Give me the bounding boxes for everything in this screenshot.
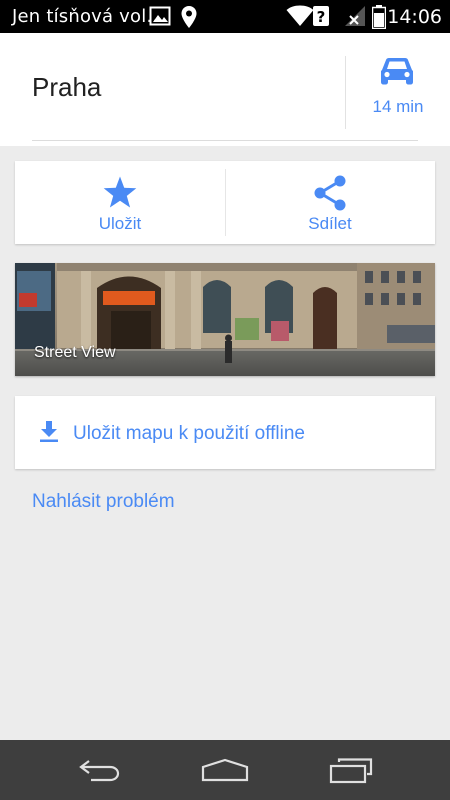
battery-icon <box>371 5 387 34</box>
share-button[interactable]: Sdílet <box>225 161 435 244</box>
status-bar: Jen tísňová vol... ? 14:06 <box>0 0 450 33</box>
download-icon <box>37 420 61 449</box>
wifi-icon <box>286 5 314 32</box>
recent-apps-button[interactable] <box>305 740 395 800</box>
star-icon <box>102 175 138 216</box>
back-button[interactable] <box>55 740 145 800</box>
car-icon <box>378 57 416 92</box>
save-offline-map-button[interactable]: Uložit mapu k použití offline <box>15 396 435 469</box>
report-problem-link[interactable]: Nahlásit problém <box>32 491 175 513</box>
header-separator <box>32 140 418 141</box>
save-label: Uložit <box>98 214 142 233</box>
navigation-bar <box>0 740 450 800</box>
share-label: Sdílet <box>308 214 352 233</box>
save-button[interactable]: Uložit <box>15 161 225 244</box>
home-button[interactable] <box>180 740 270 800</box>
notification-text: Jen tísňová vol... <box>12 6 165 27</box>
travel-time: 14 min <box>372 97 424 116</box>
place-title: Praha <box>32 72 102 102</box>
street-view-label: Street View <box>34 344 116 361</box>
image-icon <box>149 5 171 32</box>
share-icon <box>312 175 348 216</box>
place-header: Praha 14 min <box>0 33 450 140</box>
save-offline-map-label: Uložit mapu k použití offline <box>73 423 305 444</box>
directions-button[interactable]: 14 min <box>346 33 450 140</box>
home-icon <box>201 758 249 782</box>
status-time: 14:06 <box>387 6 442 28</box>
signal-no-sim-icon <box>344 5 366 32</box>
street-view-thumbnail[interactable]: Street View <box>15 263 435 376</box>
recent-apps-icon <box>329 758 373 784</box>
location-pin-icon <box>180 5 198 34</box>
svg-text:?: ? <box>317 8 326 26</box>
action-card: Uložit Sdílet <box>15 161 435 244</box>
back-icon <box>79 760 120 782</box>
unknown-network-icon: ? <box>312 5 330 32</box>
